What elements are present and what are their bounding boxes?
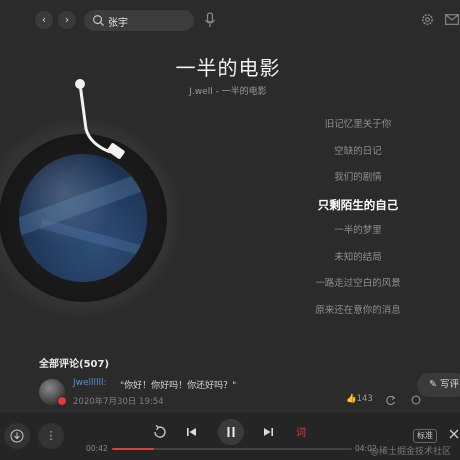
- thumbs-up-icon: 👍: [346, 394, 357, 404]
- like-count: 143: [356, 394, 373, 404]
- svg-text:词: 词: [296, 427, 306, 439]
- comment-text: "你好！你好吗！你还好吗？": [120, 381, 237, 391]
- comments-heading: 全部评论(507): [39, 359, 110, 370]
- pencil-icon: ✎: [429, 379, 440, 390]
- search-box[interactable]: 张宇: [84, 10, 194, 31]
- lyric-line-current[interactable]: 只剩陌生的自己: [258, 192, 458, 219]
- lyric-line[interactable]: 一半的梦里: [258, 218, 458, 245]
- previous-icon[interactable]: [184, 424, 200, 440]
- song-artist-album: J.well - 一半的电影: [189, 87, 267, 97]
- progress-fill: [112, 448, 154, 450]
- comment-username[interactable]: Jwellllll:: [73, 378, 107, 388]
- write-comment-label: 写评: [439, 379, 459, 390]
- share-icon[interactable]: [386, 395, 396, 405]
- lyric-line[interactable]: 原来还在意你的消息: [258, 298, 458, 325]
- lyrics-toggle-icon[interactable]: 词: [294, 424, 310, 440]
- lyric-line[interactable]: 我们的剧情: [258, 165, 458, 192]
- lyric-line[interactable]: 旧记忆里关于你: [258, 112, 458, 139]
- progress-bar[interactable]: [112, 448, 352, 450]
- repeat-icon[interactable]: [152, 424, 168, 440]
- effects-icon[interactable]: [448, 428, 460, 440]
- download-icon: [10, 429, 24, 443]
- lyric-line[interactable]: 未知的结局: [258, 245, 458, 272]
- more-button[interactable]: ⋮: [38, 423, 64, 449]
- comment-date: 2020年7月30日 19:54: [73, 397, 164, 407]
- cover-streak: [39, 218, 147, 260]
- write-comment-button[interactable]: ✎ 写评: [417, 373, 460, 397]
- tonearm-icon: [75, 79, 125, 159]
- next-icon[interactable]: [260, 424, 276, 440]
- search-input[interactable]: 张宇: [108, 14, 128, 29]
- pause-button[interactable]: [218, 419, 244, 445]
- back-button[interactable]: ‹: [35, 11, 53, 29]
- cover-streak: [19, 168, 147, 238]
- song-title: 一半的电影: [175, 56, 281, 80]
- current-time: 00:42: [86, 444, 108, 453]
- pause-icon: [227, 427, 235, 437]
- top-bar: ‹ › 张宇: [0, 0, 460, 40]
- vip-badge: [57, 396, 67, 406]
- more-icon: ⋮: [45, 429, 57, 442]
- download-button[interactable]: [4, 423, 30, 449]
- gear-icon[interactable]: [420, 12, 435, 27]
- microphone-icon[interactable]: [204, 12, 216, 28]
- lyric-line[interactable]: 一路走过空白的风景: [258, 271, 458, 298]
- mail-icon[interactable]: [445, 14, 459, 25]
- like-button[interactable]: 👍143: [346, 394, 373, 404]
- lyric-line[interactable]: 空缺的日记: [258, 139, 458, 166]
- quality-button[interactable]: 标准: [413, 429, 437, 443]
- watermark: @稀土掘金技术社区: [370, 447, 452, 457]
- reply-icon[interactable]: [411, 395, 421, 405]
- forward-button[interactable]: ›: [58, 11, 76, 29]
- search-icon: [93, 15, 105, 27]
- lyrics-panel[interactable]: 旧记忆里关于你 空缺的日记 我们的剧情 只剩陌生的自己 一半的梦里 未知的结局 …: [258, 112, 458, 324]
